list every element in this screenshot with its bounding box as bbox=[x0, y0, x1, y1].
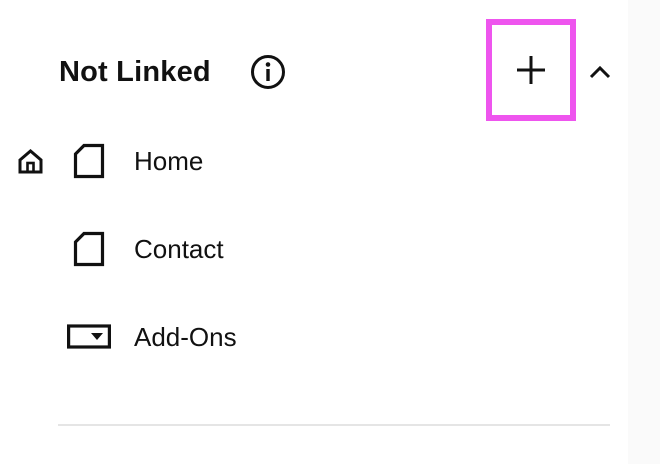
page-icon bbox=[73, 231, 105, 267]
info-circle-icon[interactable] bbox=[250, 54, 286, 90]
collapse-section-button[interactable] bbox=[586, 58, 614, 86]
section-title: Not Linked bbox=[59, 56, 211, 88]
home-icon bbox=[18, 149, 43, 174]
page-item-add-ons[interactable]: Add-Ons bbox=[0, 307, 620, 367]
page-item-contact[interactable]: Contact bbox=[0, 219, 620, 279]
page-icon bbox=[73, 143, 105, 179]
dropdown-box-icon bbox=[67, 324, 111, 349]
add-page-button[interactable] bbox=[486, 19, 576, 121]
pages-panel: Not Linked Home Contact Add-Ons bbox=[0, 0, 660, 464]
page-item-home[interactable]: Home bbox=[0, 131, 620, 191]
page-item-label: Home bbox=[134, 146, 204, 176]
section-divider bbox=[58, 424, 610, 426]
panel-edge bbox=[628, 0, 660, 464]
page-item-label: Contact bbox=[134, 234, 224, 264]
page-item-label: Add-Ons bbox=[134, 322, 237, 352]
plus-icon bbox=[517, 56, 545, 84]
chevron-up-icon bbox=[589, 65, 611, 79]
